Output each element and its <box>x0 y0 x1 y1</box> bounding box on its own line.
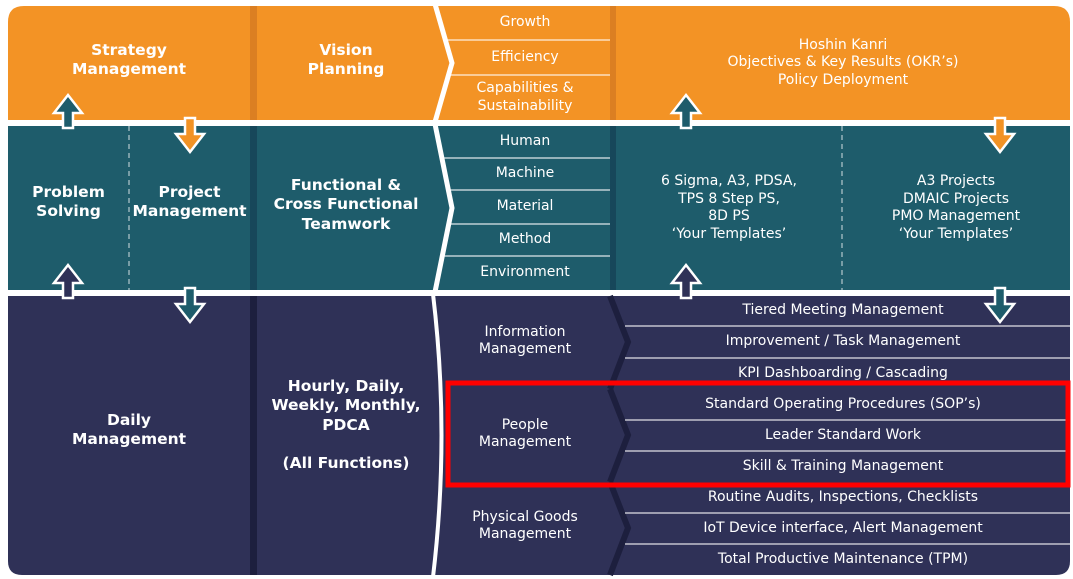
list-item: KPI Dashboarding / Cascading <box>738 364 948 381</box>
item-capabilities: Capabilities & Sustainability <box>445 75 605 120</box>
label-line: Solving <box>36 202 101 220</box>
label-line: Management <box>478 526 572 542</box>
list-item: Total Productive Maintenance (TPM) <box>717 550 969 567</box>
label-line: PDCA <box>322 415 370 434</box>
label-line: Physical Goods <box>472 508 578 525</box>
label-line: Weekly, Monthly, <box>271 396 421 415</box>
label-line: Management <box>71 430 187 448</box>
list-item: Skill & Training Management <box>742 457 944 474</box>
problem-solving-tools: 6 Sigma, A3, PDSA, TPS 8 Step PS, 8D PS ‘Yo… <box>616 165 842 251</box>
list-item: Leader Standard Work <box>764 426 922 443</box>
label-line: ‘Your Templates’ <box>898 225 1014 242</box>
label-line: Capabilities & <box>476 80 574 96</box>
item-human: Human <box>499 133 551 150</box>
label-line: Vision <box>319 40 373 59</box>
label-line: Objectives & Key Results (OKR’s) <box>727 54 959 71</box>
label-line: PMO Management <box>891 208 1021 224</box>
label-line: (All Functions) <box>282 453 410 472</box>
group-information-management: Information Management <box>445 306 605 376</box>
label-line: Information <box>484 323 566 340</box>
label-line: Hoshin Kanri <box>798 36 888 53</box>
strategy-management-label: Strategy Management <box>8 30 250 90</box>
item-growth: Growth <box>499 14 551 31</box>
list-item: IoT Device interface, Alert Management <box>703 519 983 536</box>
label-line: Functional & <box>290 175 402 194</box>
label-line: Problem <box>32 182 105 201</box>
label-line: Hourly, Daily, <box>287 376 405 395</box>
list-item: Tiered Meeting Management <box>742 302 944 319</box>
list-item: Standard Operating Procedures (SOP’s) <box>705 395 981 412</box>
label-line: Policy Deployment <box>777 71 909 88</box>
group-physical-goods-management: Physical Goods Management <box>445 491 605 561</box>
management-framework-diagram: Strategy Management Vision Planning Growth… <box>0 0 1073 579</box>
label-line: Strategy <box>91 40 167 59</box>
label-line: TPS 8 Step PS, <box>678 190 780 207</box>
label-line: Management <box>132 202 247 220</box>
teamwork-label: Functional & Cross Functional Teamwork <box>257 170 435 240</box>
label-line: 8D PS <box>708 208 750 224</box>
hoshin-kanri-text: Hoshin Kanri Objectives & Key Results (OK… <box>616 30 1070 96</box>
label-line: A3 Projects <box>916 173 996 189</box>
item-material: Material <box>496 198 554 215</box>
item-efficiency: Efficiency <box>491 48 559 65</box>
vision-planning-label: Vision Planning <box>257 30 435 90</box>
problem-solving-label: Problem Solving <box>8 170 129 234</box>
label-line: Teamwork <box>301 214 391 233</box>
label-line: Planning <box>307 60 385 78</box>
list-item: Improvement / Task Management <box>725 333 961 350</box>
project-tools: A3 Projects DMAIC Projects PMO Management ‘… <box>842 165 1070 251</box>
label-line: DMAIC Projects <box>903 190 1009 207</box>
label-line: Sustainability <box>477 97 573 114</box>
label-line: Management <box>478 341 572 357</box>
label-line: Daily <box>106 410 152 429</box>
cadence-label: Hourly, Daily, Weekly, Monthly, PDCA (All F… <box>257 360 435 490</box>
project-management-label: Project Management <box>129 170 250 234</box>
label-line: ‘Your Templates’ <box>671 225 787 242</box>
item-machine: Machine <box>495 165 555 182</box>
label-line: Management <box>478 434 572 450</box>
item-method: Method <box>498 231 552 248</box>
list-item: Routine Audits, Inspections, Checklists <box>707 488 979 505</box>
group-people-management: People Management <box>445 399 605 469</box>
label-line: 6 Sigma, A3, PDSA, <box>661 173 797 189</box>
daily-management-label: Daily Management <box>8 400 250 460</box>
item-environment: Environment <box>480 264 570 281</box>
label-line: Project <box>158 182 221 201</box>
label-line: Cross Functional <box>273 195 419 214</box>
label-line: Management <box>71 60 187 78</box>
label-line: People <box>501 416 549 433</box>
